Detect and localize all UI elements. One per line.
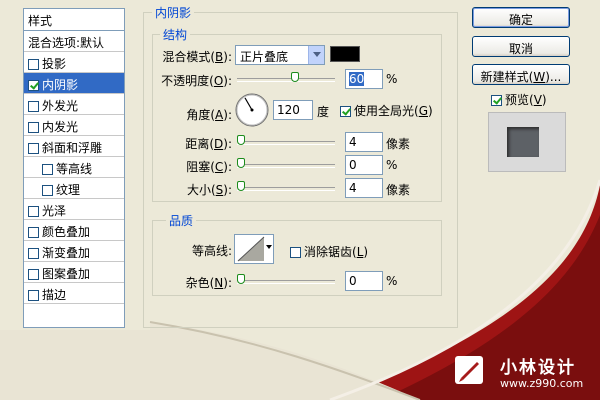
style-item-label: 内阴影 (42, 78, 79, 92)
choke-slider-track[interactable] (237, 164, 335, 168)
style-item-inner-shadow[interactable]: 内阴影 (24, 73, 124, 94)
choke-slider-thumb[interactable] (237, 158, 245, 168)
anti-alias-checkbox[interactable] (290, 247, 301, 258)
new-style-button[interactable]: 新建样式(W)... (472, 64, 570, 85)
style-item-gradient-overlay[interactable]: 渐变叠加 (24, 241, 124, 262)
preview-checkbox[interactable] (491, 95, 502, 106)
shadow-color-swatch[interactable] (330, 46, 360, 62)
noise-unit: % (386, 274, 398, 288)
style-item-label: 外发光 (42, 99, 79, 113)
distance-unit: 像素 (386, 137, 411, 151)
global-light-option[interactable]: 使用全局光(G) (340, 102, 433, 119)
watermark-logo (455, 356, 483, 384)
distance-slider-thumb[interactable] (237, 135, 245, 145)
style-item-satin[interactable]: 光泽 (24, 199, 124, 220)
opacity-unit: % (386, 72, 398, 86)
blend-mode-select[interactable]: 正片叠底 (235, 45, 325, 65)
contour-picker[interactable] (234, 234, 274, 264)
style-item-pattern-overlay[interactable]: 图案叠加 (24, 262, 124, 283)
angle-dial[interactable] (234, 92, 270, 128)
style-item-color-overlay[interactable]: 颜色叠加 (24, 220, 124, 241)
noise-slider-thumb[interactable] (237, 274, 245, 284)
style-item-contour[interactable]: 等高线 (24, 157, 124, 178)
watermark-url: www.z990.com (500, 377, 584, 390)
satin-checkbox[interactable] (28, 206, 39, 217)
style-item-label: 光泽 (42, 204, 67, 218)
chevron-down-icon[interactable] (266, 245, 272, 252)
style-item-label: 描边 (42, 288, 67, 302)
style-item-bevel-emboss[interactable]: 斜面和浮雕 (24, 136, 124, 157)
pattern-overlay-checkbox[interactable] (28, 269, 39, 280)
distance-slider-track[interactable] (237, 141, 335, 145)
style-item-drop-shadow[interactable]: 投影 (24, 52, 124, 73)
chevron-down-icon[interactable] (308, 46, 324, 64)
gradient-overlay-checkbox[interactable] (28, 248, 39, 259)
style-item-outer-glow[interactable]: 外发光 (24, 94, 124, 115)
style-item-blending-options[interactable]: 混合选项:默认 (24, 31, 124, 52)
style-item-label: 颜色叠加 (42, 225, 91, 239)
contour-label: 等高线: (191, 244, 232, 258)
choke-input[interactable]: 0 (345, 155, 383, 175)
style-item-label: 图案叠加 (42, 267, 91, 281)
style-item-stroke[interactable]: 描边 (24, 283, 124, 304)
size-unit: 像素 (386, 183, 411, 197)
preview-thumbnail (488, 112, 566, 172)
opacity-slider-thumb[interactable] (291, 72, 299, 82)
color-overlay-checkbox[interactable] (28, 227, 39, 238)
style-item-label: 渐变叠加 (42, 246, 91, 260)
noise-label: 杂色(N): (185, 276, 232, 290)
size-slider-thumb[interactable] (237, 181, 245, 191)
inner-shadow-title: 内阴影 (152, 4, 195, 21)
cancel-button[interactable]: 取消 (472, 36, 570, 57)
opacity-input[interactable]: 60 (345, 69, 383, 89)
structure-title: 结构 (160, 26, 191, 43)
style-item-label: 等高线 (56, 162, 93, 176)
style-item-label: 斜面和浮雕 (42, 141, 103, 155)
noise-slider-track[interactable] (237, 280, 335, 284)
distance-label: 距离(D): (185, 137, 232, 151)
watermark-name: 小林设计 (500, 358, 576, 378)
style-item-label: 投影 (42, 57, 67, 71)
pen-nib-icon (459, 362, 479, 382)
angle-unit: 度 (317, 105, 330, 119)
inner-glow-checkbox[interactable] (28, 122, 39, 133)
preview-swatch (507, 127, 539, 157)
angle-input[interactable]: 120 (273, 100, 313, 120)
style-item-inner-glow[interactable]: 内发光 (24, 115, 124, 136)
style-item-label: 混合选项:默认 (28, 36, 105, 50)
blend-mode-label: 混合模式(B): (162, 50, 232, 64)
choke-label: 阻塞(C): (186, 160, 232, 174)
contour-checkbox[interactable] (42, 164, 53, 175)
anti-alias-option[interactable]: 消除锯齿(L) (290, 243, 368, 260)
style-item-label: 纹理 (56, 183, 81, 197)
noise-input[interactable]: 0 (345, 271, 383, 291)
global-light-checkbox[interactable] (340, 106, 351, 117)
style-item-texture[interactable]: 纹理 (24, 178, 124, 199)
size-input[interactable]: 4 (345, 178, 383, 198)
outer-glow-checkbox[interactable] (28, 101, 39, 112)
opacity-slider-track[interactable] (237, 78, 335, 82)
style-list: 样式 混合选项:默认 投影 内阴影 外发光 内发光 斜面和浮雕 等高线 纹理 光… (23, 8, 125, 328)
bevel-emboss-checkbox[interactable] (28, 143, 39, 154)
style-item-label: 内发光 (42, 120, 79, 134)
contour-curve-icon (237, 236, 265, 262)
choke-unit: % (386, 158, 398, 172)
distance-input[interactable]: 4 (345, 132, 383, 152)
preview-option[interactable]: 预览(V) (491, 91, 547, 108)
opacity-label: 不透明度(O): (161, 74, 232, 88)
size-slider-track[interactable] (237, 187, 335, 191)
angle-label: 角度(A): (186, 108, 232, 122)
ok-button[interactable]: 确定 (472, 7, 570, 28)
inner-shadow-checkbox[interactable] (28, 80, 39, 91)
stroke-checkbox[interactable] (28, 290, 39, 301)
quality-title: 品质 (166, 212, 197, 229)
size-label: 大小(S): (186, 183, 232, 197)
style-list-header: 样式 (24, 9, 124, 31)
blend-mode-value: 正片叠底 (240, 50, 289, 64)
drop-shadow-checkbox[interactable] (28, 59, 39, 70)
texture-checkbox[interactable] (42, 185, 53, 196)
